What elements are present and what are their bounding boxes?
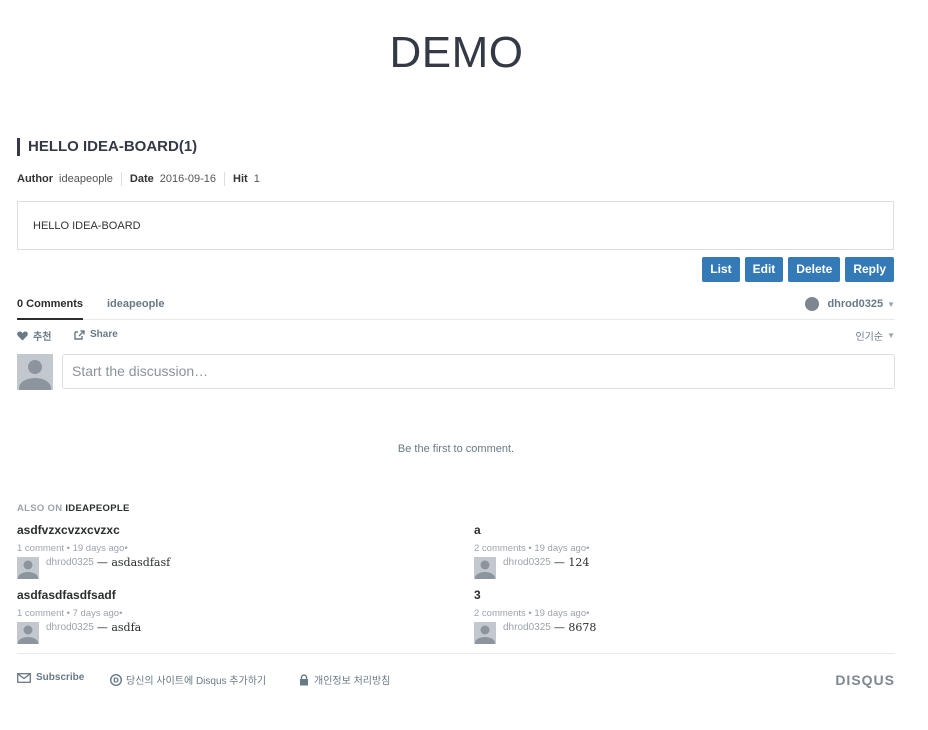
- avatar: [474, 557, 496, 579]
- privacy-link[interactable]: 개인정보 처리방침: [299, 672, 390, 687]
- post-content: HELLO IDEA-BOARD: [17, 201, 894, 250]
- also-prefix: ALSO ON: [17, 503, 63, 514]
- post-actions: List Edit Delete Reply: [702, 257, 894, 282]
- sort-dropdown[interactable]: 인기순 ▼: [855, 328, 895, 343]
- share-label: Share: [90, 329, 118, 340]
- avatar: [474, 622, 496, 644]
- lock-icon: [300, 673, 308, 685]
- share-icon: [74, 329, 85, 340]
- related-excerpt: — asdasdfasf: [96, 556, 171, 569]
- comment-input[interactable]: Start the discussion…: [62, 354, 895, 389]
- related-discussion[interactable]: asdfasdfasdfsadf 1 comment • 7 days ago•…: [17, 588, 437, 644]
- edit-button[interactable]: Edit: [744, 257, 784, 282]
- avatar: [17, 557, 39, 579]
- post-meta: Author ideapeople Date 2016-09-16 Hit 1: [17, 172, 260, 186]
- avatar: [17, 622, 39, 644]
- related-excerpt: — asdfa: [96, 621, 142, 634]
- user-silhouette-icon: [474, 622, 496, 644]
- related-comment: dhrod0325 — asdfa: [17, 621, 437, 644]
- related-meta: 1 comment • 7 days ago•: [17, 608, 123, 619]
- related-user: dhrod0325: [503, 622, 551, 633]
- also-on-heading: ALSO ON IDEAPEOPLE: [17, 503, 130, 514]
- chevron-down-icon: ▼: [887, 331, 895, 340]
- related-title[interactable]: a: [474, 523, 894, 537]
- guest-avatar: [17, 354, 53, 390]
- user-silhouette-icon: [17, 354, 53, 390]
- user-menu[interactable]: dhrod0325 ▼: [805, 297, 895, 311]
- chevron-down-icon: ▼: [887, 299, 895, 309]
- sort-label: 인기순: [855, 332, 884, 343]
- heart-icon: [17, 331, 28, 340]
- hit-value: 1: [253, 173, 260, 185]
- author-value: ideapeople: [59, 173, 113, 185]
- add-disqus-label: 당신의 사이트에 Disqus 추가하기: [126, 676, 267, 687]
- related-excerpt: — 8678: [553, 621, 597, 634]
- recommend-button[interactable]: 추천: [17, 328, 51, 343]
- related-comment: dhrod0325 — 124: [474, 556, 894, 579]
- related-discussion[interactable]: a 2 comments • 19 days ago• dhrod0325 — …: [474, 523, 894, 579]
- reply-button[interactable]: Reply: [845, 257, 894, 282]
- divider: [120, 172, 122, 186]
- related-comment: dhrod0325 — asdasdfasf: [17, 556, 437, 579]
- recommend-label: 추천: [33, 332, 52, 343]
- related-user: dhrod0325: [46, 622, 94, 633]
- date-value: 2016-09-16: [159, 173, 217, 185]
- related-meta: 2 comments • 19 days ago•: [474, 543, 590, 554]
- share-button[interactable]: Share: [74, 329, 118, 340]
- tab-comments[interactable]: 0 Comments: [17, 298, 84, 320]
- related-meta: 2 comments • 19 days ago•: [474, 608, 590, 619]
- subscribe-link[interactable]: Subscribe: [17, 672, 84, 683]
- also-site: IDEAPEOPLE: [65, 503, 130, 514]
- related-comment: dhrod0325 — 8678: [474, 621, 894, 644]
- divider: [224, 172, 226, 186]
- related-user: dhrod0325: [46, 557, 94, 568]
- list-button[interactable]: List: [702, 257, 740, 282]
- subscribe-label: Subscribe: [36, 672, 85, 683]
- add-disqus-link[interactable]: D 당신의 사이트에 Disqus 추가하기: [110, 672, 266, 687]
- comment-composer: Start the discussion…: [17, 354, 895, 394]
- user-avatar: [805, 297, 820, 311]
- site-title: DEMO: [389, 28, 524, 77]
- empty-message: Be the first to comment.: [397, 443, 515, 455]
- post-title: HELLO IDEA-BOARD(1): [17, 138, 197, 156]
- disqus-nav: 0 Comments ideapeople dhrod0325 ▼: [17, 292, 895, 320]
- disqus-footer: Subscribe D 당신의 사이트에 Disqus 추가하기 개인정보 처리…: [17, 653, 895, 693]
- related-discussion[interactable]: asdfvzxcvzxcvzxc 1 comment • 19 days ago…: [17, 523, 437, 579]
- related-excerpt: — 124: [553, 556, 590, 569]
- author-label: Author: [17, 173, 54, 185]
- hit-label: Hit: [233, 173, 248, 185]
- related-title[interactable]: asdfvzxcvzxcvzxc: [17, 523, 437, 537]
- user-silhouette-icon: [17, 622, 39, 644]
- delete-button[interactable]: Delete: [788, 257, 841, 282]
- disqus-thread: 0 Comments ideapeople dhrod0325 ▼ 추천 Sha…: [17, 292, 895, 455]
- related-title[interactable]: asdfasdfasdfsadf: [17, 588, 437, 602]
- user-silhouette-icon: [474, 557, 496, 579]
- disqus-logo-icon: D: [110, 673, 122, 686]
- related-meta: 1 comment • 19 days ago•: [17, 543, 128, 554]
- user-silhouette-icon: [17, 557, 39, 579]
- related-discussion[interactable]: 3 2 comments • 19 days ago• dhrod0325 — …: [474, 588, 894, 644]
- related-user: dhrod0325: [503, 557, 551, 568]
- user-name: dhrod0325: [827, 298, 884, 310]
- date-label: Date: [129, 173, 154, 185]
- thread-actions: 추천 Share 인기순 ▼: [17, 320, 895, 350]
- privacy-label: 개인정보 처리방침: [314, 676, 391, 687]
- svg-text:D: D: [113, 676, 119, 684]
- mail-icon: [17, 672, 31, 683]
- related-title[interactable]: 3: [474, 588, 894, 602]
- tab-community[interactable]: ideapeople: [107, 298, 164, 310]
- disqus-logo[interactable]: DISQUS: [835, 672, 895, 688]
